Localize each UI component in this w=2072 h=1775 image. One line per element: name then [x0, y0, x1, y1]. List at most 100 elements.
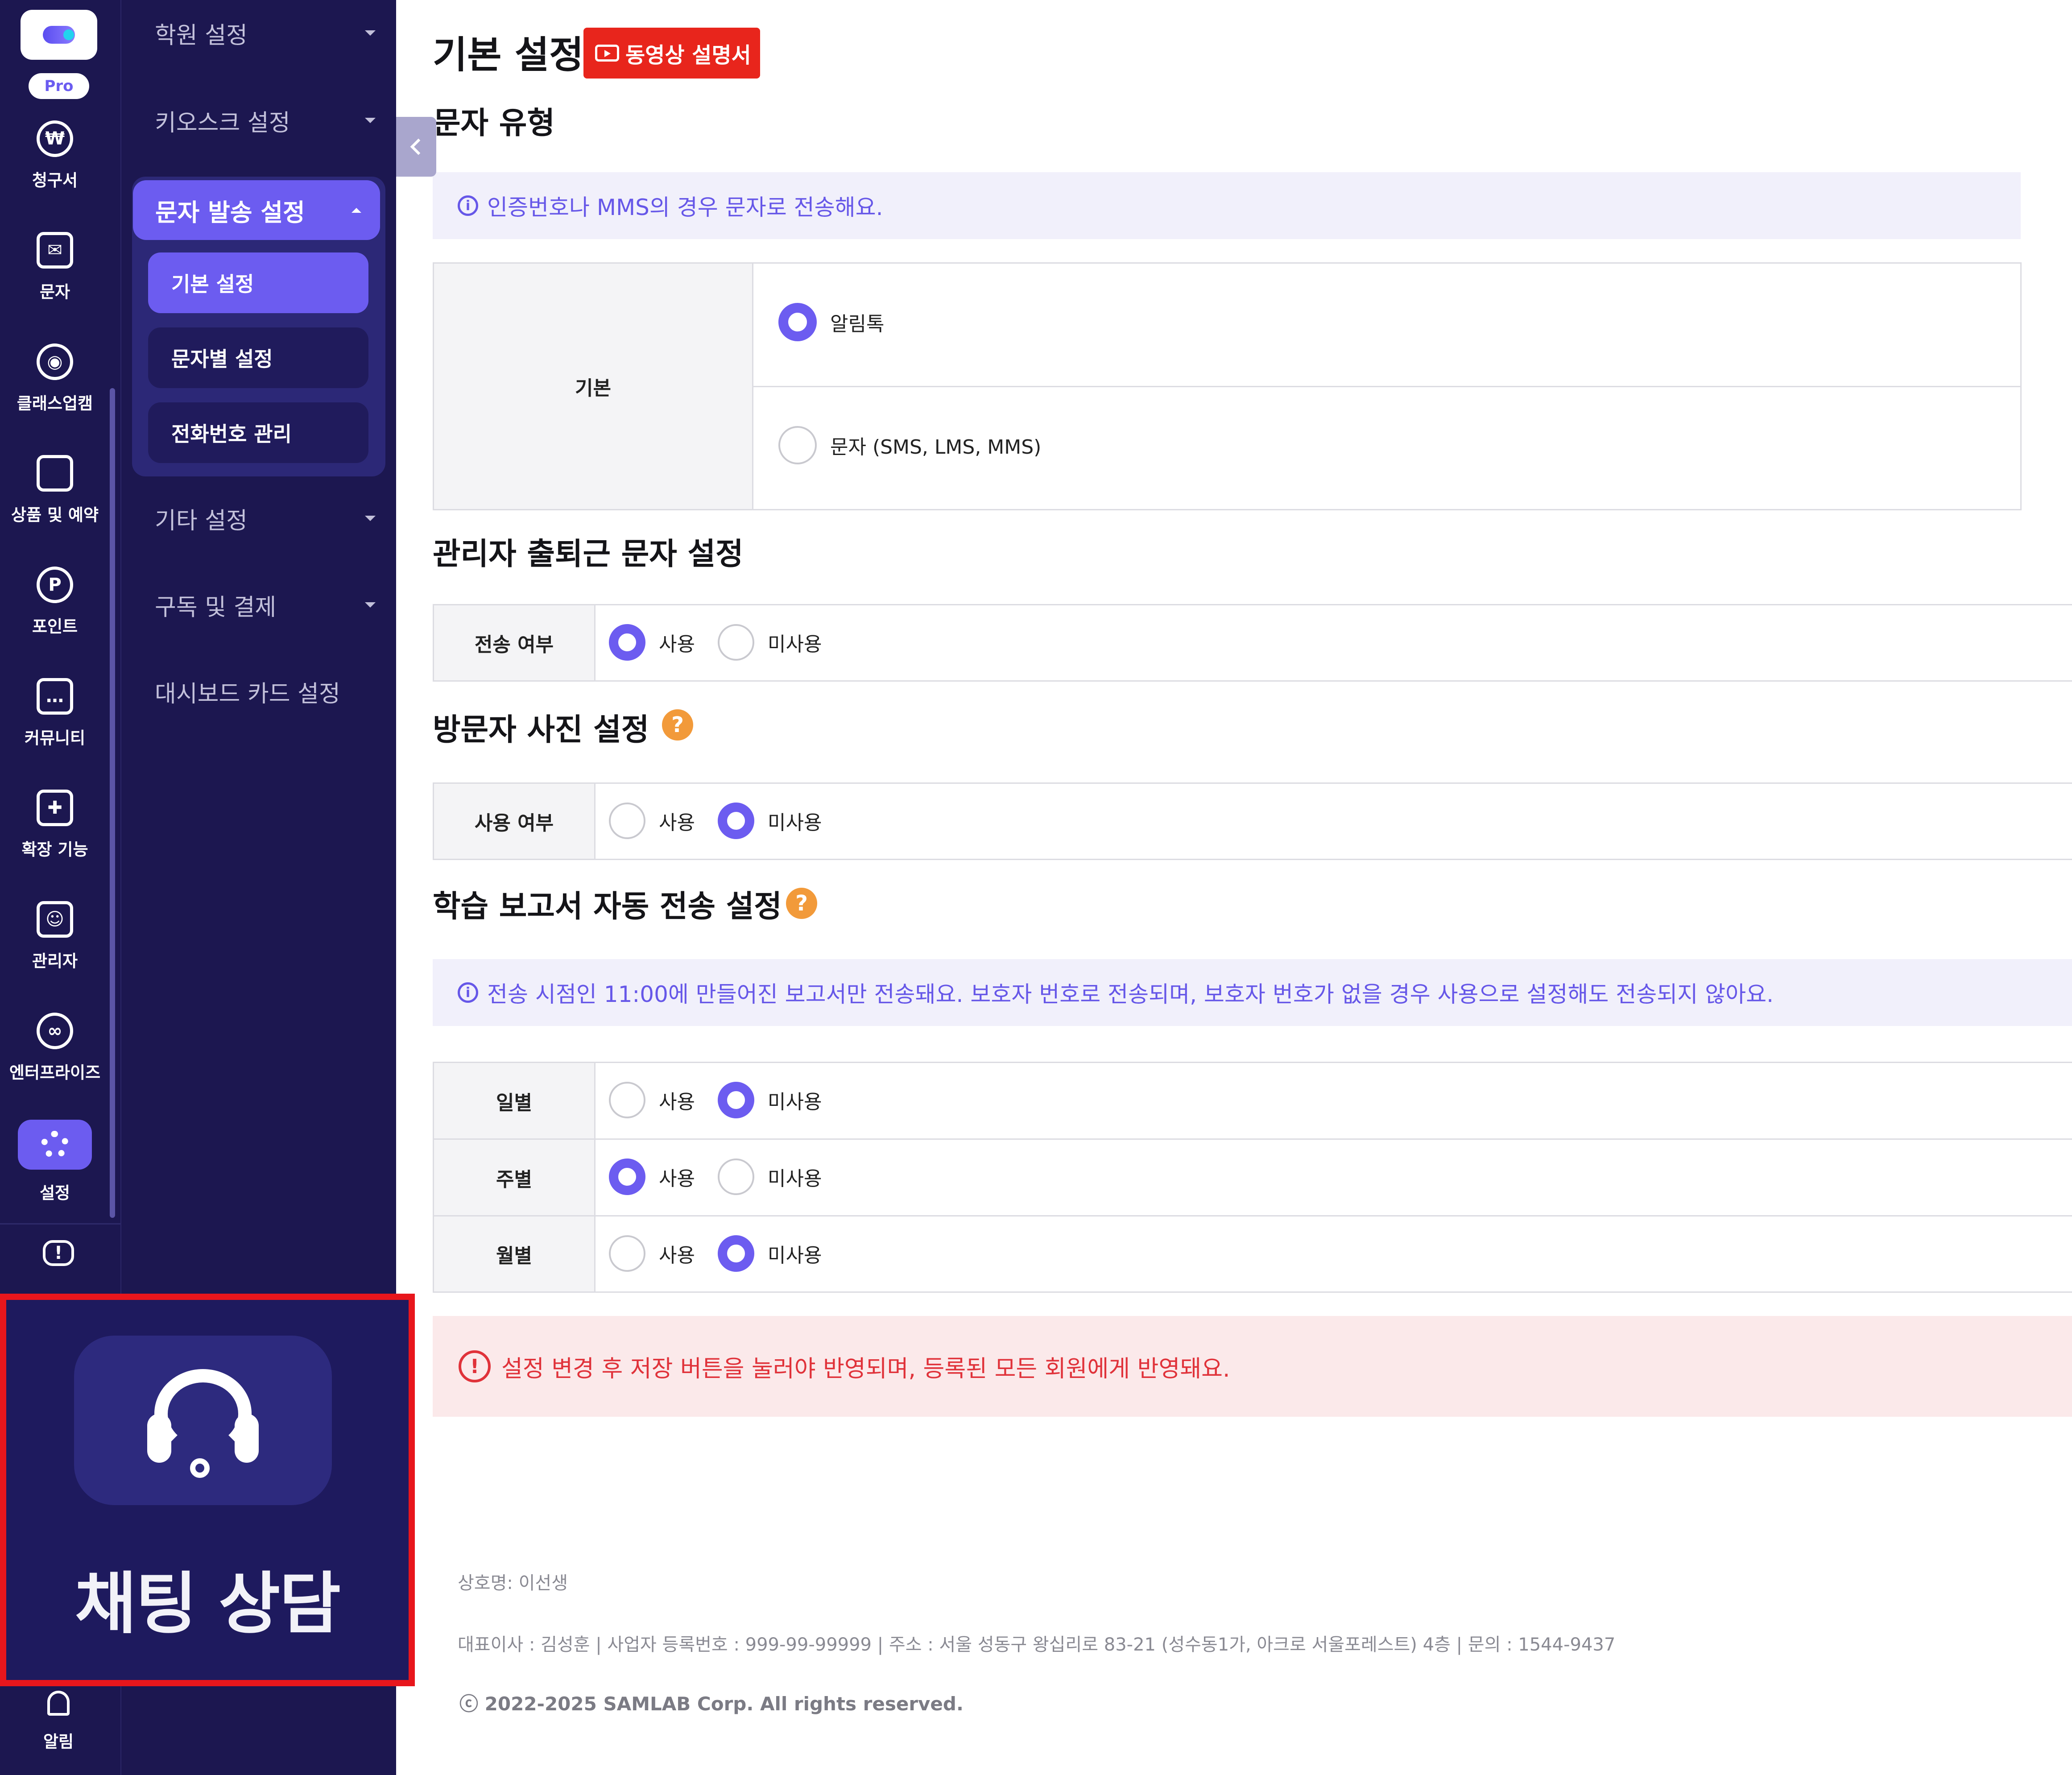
report-auto-table: 일별 사용 미사용 주별 사용 미사용 월별 사용 미사용	[433, 1062, 2072, 1293]
radio-button[interactable]	[609, 803, 645, 839]
play-icon	[595, 45, 619, 62]
rail-label: 문자	[39, 282, 70, 302]
caret-down-icon	[365, 30, 376, 36]
radio-label: 사용	[659, 811, 695, 834]
radio-label: 사용	[659, 1091, 695, 1113]
rail-item-admin[interactable]: ☺ 관리자	[0, 883, 110, 990]
point-icon: P	[37, 567, 73, 603]
pro-badge: Pro	[29, 73, 89, 99]
radio-weekly-unuse[interactable]: 미사용	[718, 1159, 822, 1195]
radio-label: 미사용	[768, 1244, 822, 1267]
radio-visitor-use[interactable]: 사용	[609, 803, 695, 839]
submenu-kiosk[interactable]: 키오스크 설정	[155, 98, 385, 143]
radio-button-selected[interactable]	[609, 1159, 645, 1195]
submenu-label: 문자 발송 설정	[155, 198, 305, 227]
radio-label: 사용	[659, 1167, 695, 1190]
rail-item-products[interactable]: 상품 및 예약	[0, 437, 110, 544]
radio-button-selected[interactable]	[609, 624, 645, 661]
radio-button[interactable]	[718, 1159, 754, 1195]
radio-label: 사용	[659, 633, 695, 656]
admin-commute-table: 전송 여부 사용 미사용	[433, 604, 2072, 682]
row-label: 주별	[434, 1140, 596, 1215]
video-guide-button[interactable]: 동영상 설명서	[583, 28, 760, 79]
radio-daily-unuse[interactable]: 미사용	[718, 1082, 822, 1118]
radio-button[interactable]	[718, 624, 754, 661]
rail-divider	[0, 1223, 120, 1225]
help-icon[interactable]: ?	[662, 709, 693, 741]
submenu-etc[interactable]: 기타 설정	[155, 496, 385, 541]
radio-alimtalk[interactable]: 알림톡	[778, 303, 884, 341]
info-icon: i	[458, 982, 478, 1003]
submenu-sms[interactable]: 문자 발송 설정	[133, 180, 380, 240]
mail-icon: ✉	[37, 232, 73, 269]
info-banner-message-type: i 인증번호나 MMS의 경우 문자로 전송해요.	[433, 172, 2021, 239]
chat-consult-label: 채팅 상담	[74, 1565, 341, 1643]
radio-admin-use[interactable]: 사용	[609, 624, 695, 661]
rail-item-invoice[interactable]: ₩ 청구서	[0, 103, 110, 210]
radio-sms[interactable]: 문자 (SMS, LMS, MMS)	[778, 426, 1041, 464]
rail-item-community[interactable]: … 커뮤니티	[0, 660, 110, 767]
submenu-sms-per-type[interactable]: 문자별 설정	[148, 327, 368, 388]
rail-item-point[interactable]: P 포인트	[0, 549, 110, 656]
radio-monthly-use[interactable]: 사용	[609, 1235, 695, 1272]
submenu-academy[interactable]: 학원 설정	[155, 11, 385, 55]
visitor-photo-table: 사용 여부 사용 미사용	[433, 782, 2072, 860]
shopping-bag-icon	[37, 455, 73, 492]
rail-label: 클래스업캠	[17, 394, 93, 413]
submenu-label: 대시보드 카드 설정	[155, 680, 340, 708]
rail-label: 커뮤니티	[24, 728, 86, 748]
radio-daily-use[interactable]: 사용	[609, 1082, 695, 1118]
message-type-table: 기본 알림톡 문자 (SMS, LMS, MMS)	[433, 262, 2022, 510]
app-logo[interactable]	[21, 10, 97, 60]
radio-button[interactable]	[609, 1082, 645, 1118]
rail-item-classupcam[interactable]: ◉ 클래스업캠	[0, 326, 110, 433]
row-label: 사용 여부	[434, 784, 596, 859]
rail-item-settings[interactable]: 설정	[0, 1111, 110, 1218]
page-title: 기본 설정	[433, 33, 584, 77]
radio-button[interactable]	[778, 426, 817, 464]
admin-icon: ☺	[37, 901, 73, 938]
headset-icon	[147, 1365, 259, 1478]
logo-dot	[63, 29, 74, 40]
rail-label: 확장 기능	[21, 840, 88, 859]
row-divider	[753, 386, 2020, 387]
footer-company: 상호명: 이선생	[458, 1573, 568, 1593]
radio-admin-unuse[interactable]: 미사용	[718, 624, 822, 661]
chat-consult-button[interactable]: 채팅 상담	[0, 1294, 415, 1686]
rail-label: 엔터프라이즈	[9, 1063, 101, 1082]
enterprise-icon: ∞	[37, 1013, 73, 1049]
report-row-daily: 일별 사용 미사용	[434, 1063, 2072, 1140]
puzzle-icon: ✚	[37, 790, 73, 826]
collapse-submenu-button[interactable]	[396, 117, 436, 177]
info-text: 전송 시점인 11:00에 만들어진 보고서만 전송돼요. 보호자 번호로 전송…	[487, 981, 1774, 1007]
radio-button-selected[interactable]	[778, 303, 817, 341]
radio-button-selected[interactable]	[718, 1235, 754, 1272]
chat-bubble-icon: …	[37, 678, 73, 715]
radio-weekly-use[interactable]: 사용	[609, 1159, 695, 1195]
notice-bubble-icon[interactable]: !	[43, 1240, 74, 1266]
row-label: 전송 여부	[434, 605, 596, 680]
radio-monthly-unuse[interactable]: 미사용	[718, 1235, 822, 1272]
submenu-dashboard[interactable]: 대시보드 카드 설정	[155, 669, 385, 714]
help-icon[interactable]: ?	[786, 888, 817, 919]
submenu-sms-phone[interactable]: 전화번호 관리	[148, 402, 368, 463]
won-icon: ₩	[37, 120, 73, 157]
rail-item-message[interactable]: ✉ 문자	[0, 214, 110, 321]
radio-button[interactable]	[609, 1235, 645, 1272]
radio-label: 알림톡	[830, 313, 885, 335]
rail-item-alarm[interactable]: 알림	[0, 1691, 117, 1752]
rail-item-enterprise[interactable]: ∞ 엔터프라이즈	[0, 995, 110, 1102]
rail-scrollbar[interactable]	[110, 388, 115, 1218]
row-label: 월별	[434, 1216, 596, 1291]
rail-item-extensions[interactable]: ✚ 확장 기능	[0, 772, 110, 879]
report-row-monthly: 월별 사용 미사용	[434, 1216, 2072, 1291]
submenu-subscription[interactable]: 구독 및 결제	[155, 583, 385, 627]
radio-button-selected[interactable]	[718, 803, 754, 839]
row-label: 기본	[434, 264, 753, 509]
radio-button-selected[interactable]	[718, 1082, 754, 1118]
radio-label: 미사용	[768, 633, 822, 656]
section-title-report-auto: 학습 보고서 자동 전송 설정	[433, 889, 782, 924]
submenu-sms-basic[interactable]: 기본 설정	[148, 252, 368, 313]
radio-visitor-unuse[interactable]: 미사용	[718, 803, 822, 839]
caret-down-icon	[365, 516, 376, 521]
